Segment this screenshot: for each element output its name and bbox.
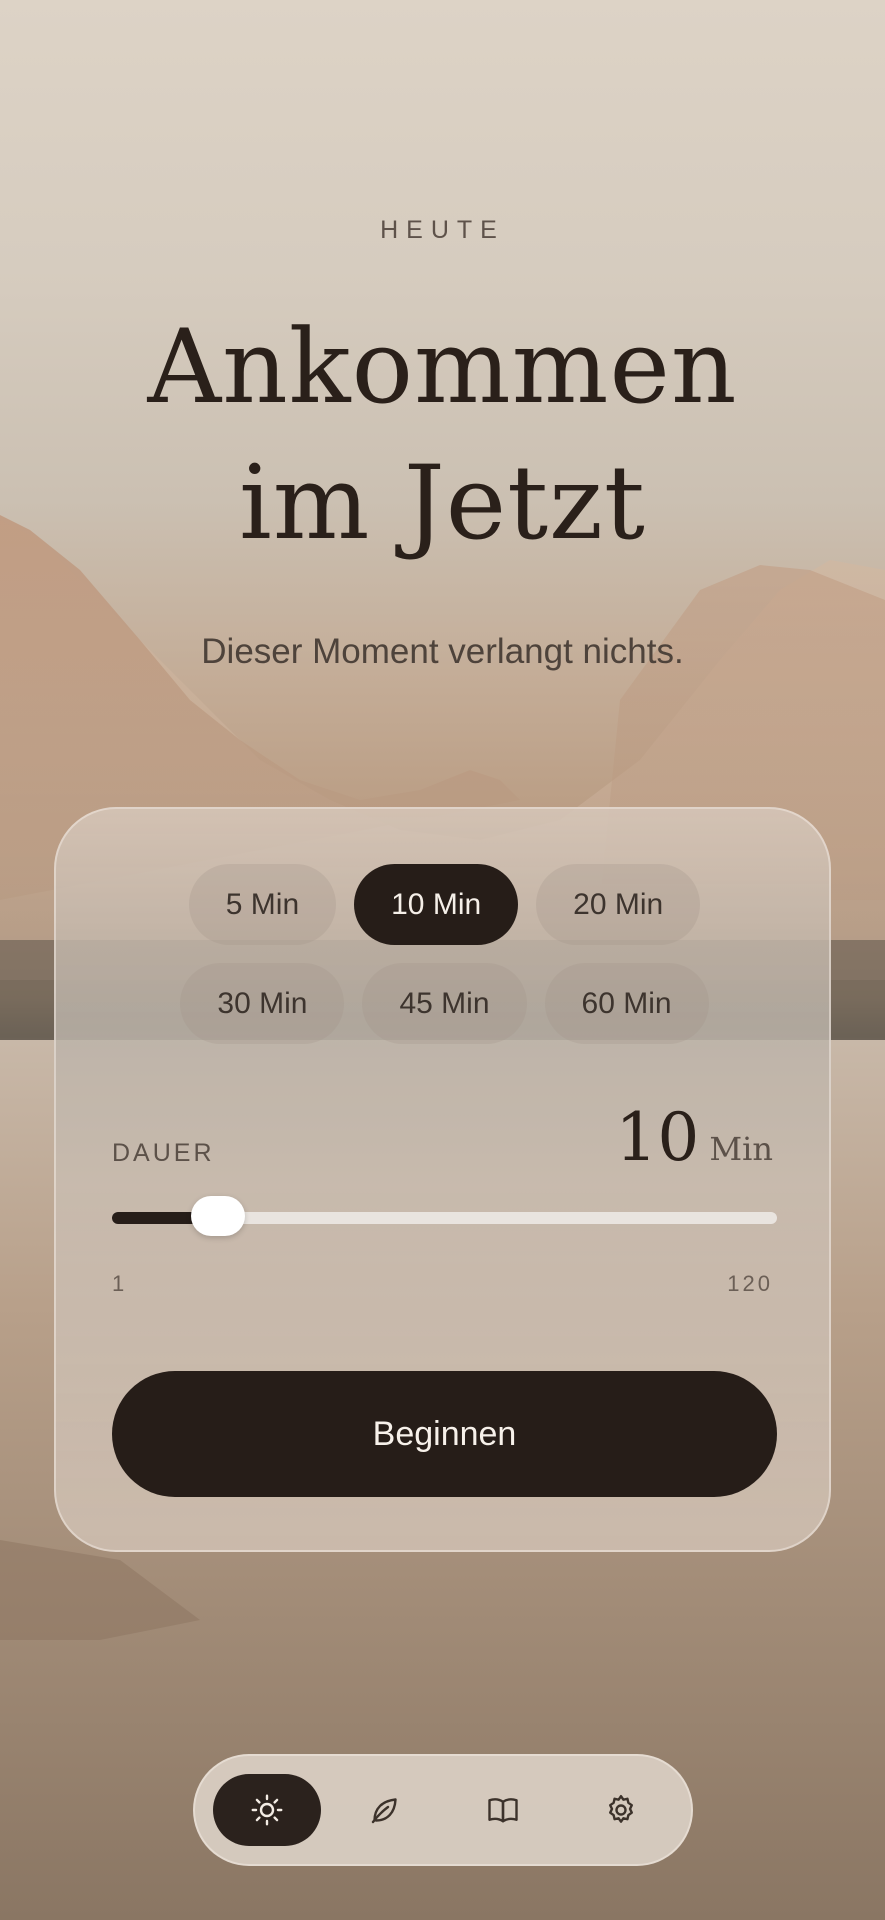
tab-library[interactable] xyxy=(449,1774,557,1846)
session-card: 5 Min 10 Min 20 Min 30 Min 45 Min 60 Min… xyxy=(54,807,831,1552)
duration-unit: Min xyxy=(709,1130,773,1168)
gear-icon xyxy=(609,1795,633,1823)
page-subtitle: Dieser Moment verlangt nichts. xyxy=(201,632,684,671)
duration-chips-row-1: 5 Min 10 Min 20 Min xyxy=(56,864,833,945)
duration-slider[interactable] xyxy=(112,1196,777,1236)
title-line-1: Ankommen xyxy=(147,308,738,427)
slider-min-label: 1 xyxy=(112,1271,128,1296)
chip-30-min[interactable]: 30 Min xyxy=(180,963,345,1044)
book-icon xyxy=(488,1798,518,1823)
tab-nature[interactable] xyxy=(331,1774,439,1846)
chip-10-min[interactable]: 10 Min xyxy=(354,864,519,945)
page-title: Ankommen im Jetzt xyxy=(0,300,885,572)
chip-5-min[interactable]: 5 Min xyxy=(188,864,337,945)
leaf-icon xyxy=(371,1798,397,1824)
slider-thumb[interactable] xyxy=(191,1196,246,1236)
duration-number: 10 xyxy=(615,1099,700,1176)
eyebrow-label: HEUTE xyxy=(380,216,505,244)
bottom-tab-bar xyxy=(193,1754,693,1866)
begin-button[interactable]: Beginnen xyxy=(112,1371,777,1497)
title-line-2: im Jetzt xyxy=(239,444,646,563)
slider-max-label: 120 xyxy=(727,1271,773,1296)
duration-label: DAUER xyxy=(112,1139,215,1167)
chip-20-min[interactable]: 20 Min xyxy=(536,864,701,945)
sun-icon xyxy=(251,1794,283,1826)
tab-settings[interactable] xyxy=(567,1774,675,1846)
chip-60-min[interactable]: 60 Min xyxy=(544,963,709,1044)
duration-chips-row-2: 30 Min 45 Min 60 Min xyxy=(56,963,833,1044)
chip-45-min[interactable]: 45 Min xyxy=(362,963,527,1044)
duration-value: 10 Min xyxy=(615,1099,773,1176)
tab-today[interactable] xyxy=(213,1774,321,1846)
